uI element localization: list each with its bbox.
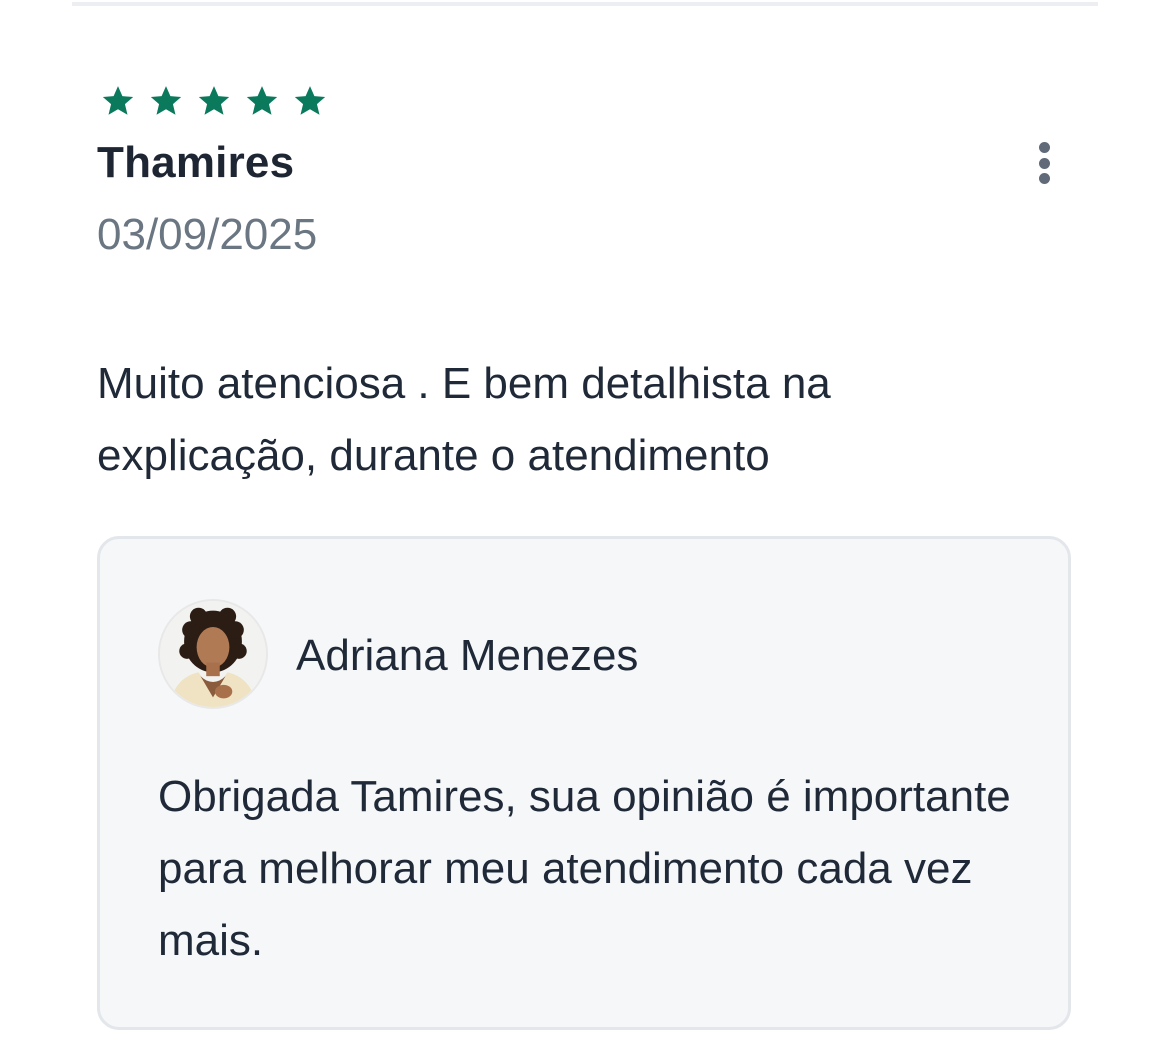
more-vertical-icon-dot — [1038, 173, 1050, 184]
review-date: 03/09/2025 — [97, 210, 318, 259]
star-icon — [198, 86, 230, 115]
replier-avatar — [158, 599, 268, 709]
star-rating — [101, 84, 327, 118]
more-vertical-icon-dot — [1038, 157, 1050, 169]
reply-text: Obrigada Tamires, sua opinião é importan… — [158, 772, 1011, 965]
star-icon — [150, 86, 182, 115]
top-divider — [72, 2, 1098, 6]
reviewer-name: Thamires — [97, 138, 295, 187]
review-text: Muito atenciosa . E bem detalhista na ex… — [97, 359, 831, 480]
star-icon — [246, 86, 278, 115]
replier-name: Adriana Menezes — [296, 631, 639, 680]
star-icon — [102, 86, 134, 115]
more-vertical-icon — [1038, 142, 1050, 153]
owner-reply-box: Adriana Menezes Obrigada Tamires, sua op… — [97, 536, 1071, 1030]
more-options-button[interactable] — [1027, 138, 1061, 188]
person-avatar-icon — [160, 601, 266, 707]
star-icon — [294, 86, 326, 115]
